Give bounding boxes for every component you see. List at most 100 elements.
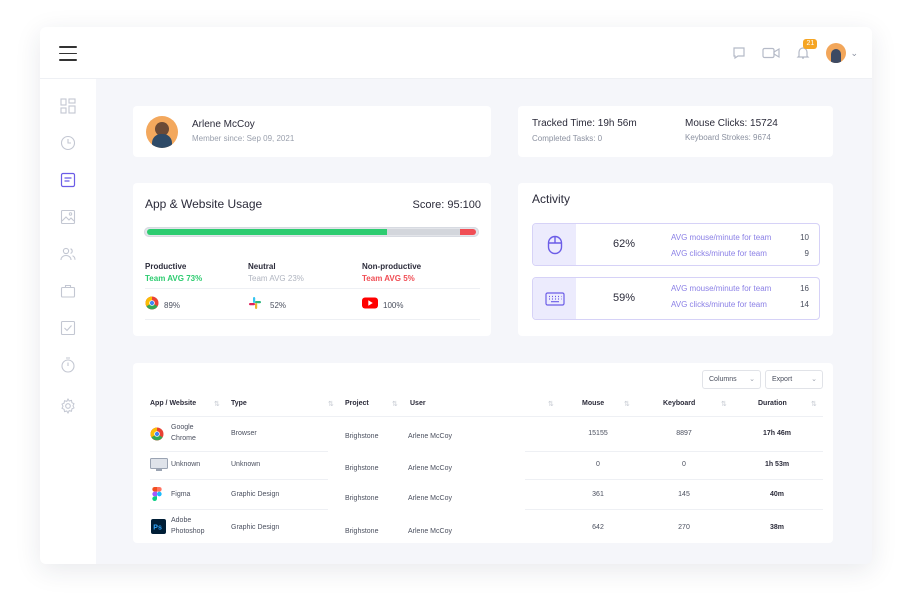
- sort-icon[interactable]: ⇅: [624, 400, 630, 408]
- mouse-activity-pct: 62%: [613, 238, 636, 250]
- svg-text:Ps: Ps: [153, 525, 162, 532]
- stopwatch-icon[interactable]: [60, 357, 76, 373]
- clock-icon[interactable]: [60, 135, 76, 151]
- image-icon[interactable]: [60, 209, 76, 225]
- chrome-icon: [150, 427, 164, 441]
- activity-title: Activity: [532, 192, 571, 206]
- sort-icon[interactable]: ⇅: [811, 400, 817, 408]
- photoshop-icon: Ps: [151, 519, 166, 534]
- table-cell-project: Brighstone: [345, 495, 379, 502]
- top-actions: 21 ⌄: [730, 39, 858, 65]
- notification-badge: 21: [803, 39, 818, 49]
- sort-icon[interactable]: ⇅: [548, 400, 554, 408]
- sort-icon[interactable]: ⇅: [328, 400, 334, 408]
- users-icon[interactable]: [60, 246, 76, 262]
- table-cell-type: Graphic Design: [231, 491, 280, 498]
- divider: [525, 479, 823, 480]
- gear-icon[interactable]: [60, 398, 76, 414]
- col-keyboard[interactable]: Keyboard: [663, 400, 695, 407]
- document-icon[interactable]: [60, 172, 76, 188]
- table-cell-app: Adobe: [171, 517, 192, 524]
- export-button-label: Export: [772, 376, 793, 383]
- usage-title: App & Website Usage: [145, 197, 263, 211]
- keyboard-icon: [533, 278, 576, 319]
- sort-icon[interactable]: ⇅: [721, 400, 727, 408]
- menu-icon[interactable]: [59, 46, 77, 61]
- neutral-label: Neutral: [248, 262, 276, 271]
- col-app[interactable]: App / Website: [150, 400, 196, 407]
- divider: [525, 509, 823, 510]
- table-cell-duration: 17h 46m: [762, 430, 792, 437]
- nonproductive-label: Non-productive: [362, 262, 422, 271]
- keyboard-activity-row: 59% AVG mouse/minute for team 16 AVG cli…: [532, 277, 820, 320]
- keyboard-strokes: Keyboard Strokes: 9674: [685, 133, 771, 142]
- table-cell-app: Unknown: [171, 461, 201, 468]
- table-cell-user: Arlene McCoy: [408, 433, 452, 440]
- youtube-icon: [362, 297, 378, 309]
- columns-button[interactable]: Columns ⌄: [702, 370, 761, 389]
- nonproductive-avg: Team AVG 5%: [362, 274, 415, 283]
- mouse-activity-val1: 10: [800, 233, 809, 242]
- video-icon[interactable]: [762, 44, 781, 62]
- usage-table-card: Columns ⌄ Export ⌄ App / Website ⇅ Type …: [133, 363, 833, 543]
- sort-icon[interactable]: ⇅: [214, 400, 220, 408]
- avatar[interactable]: [826, 43, 847, 63]
- col-type[interactable]: Type: [231, 400, 247, 407]
- chevron-down-icon[interactable]: ⌄: [850, 48, 858, 59]
- slack-icon: [249, 297, 261, 309]
- col-user[interactable]: User: [410, 400, 426, 407]
- table-cell-mouse: 0: [596, 461, 600, 468]
- chevron-down-icon: ⌄: [749, 376, 755, 383]
- profile-name: Arlene McCoy: [192, 119, 255, 130]
- table-cell-project: Brighstone: [345, 465, 379, 472]
- mouse-activity-row: 62% AVG mouse/minute for team 10 AVG cli…: [532, 223, 820, 266]
- table-cell-app: Photoshop: [171, 528, 205, 535]
- profile-card: Arlene McCoy Member since: Sep 09, 2021: [133, 106, 491, 157]
- stats-card: Tracked Time: 19h 56m Completed Tasks: 0…: [518, 106, 833, 157]
- youtube-pct: 100%: [383, 301, 404, 310]
- monitor-icon: [150, 458, 168, 471]
- keyboard-activity-val1: 16: [800, 284, 809, 293]
- checklist-icon[interactable]: [60, 320, 76, 336]
- sort-icon[interactable]: ⇅: [392, 400, 398, 408]
- completed-tasks: Completed Tasks: 0: [532, 134, 603, 143]
- productive-label: Productive: [145, 262, 187, 271]
- chevron-down-icon: ⌄: [811, 376, 817, 383]
- col-project[interactable]: Project: [345, 400, 369, 407]
- col-duration[interactable]: Duration: [758, 400, 787, 407]
- table-cell-keyboard: 8897: [676, 430, 692, 437]
- chrome-pct: 89%: [164, 301, 181, 310]
- table-cell-app: Chrome: [171, 435, 196, 442]
- usage-card: App & Website Usage Score: 95:100 Produc…: [133, 183, 491, 336]
- table-cell-keyboard: 145: [678, 491, 690, 498]
- dashboard-icon[interactable]: [60, 98, 76, 114]
- neutral-avg: Team AVG 23%: [248, 274, 304, 283]
- mouse-activity-line1: AVG mouse/minute for team: [671, 233, 772, 242]
- table-cell-duration: 40m: [769, 491, 784, 498]
- mouse-activity-line2: AVG clicks/minute for team: [671, 249, 767, 258]
- table-cell-project: Brighstone: [345, 528, 379, 535]
- keyboard-activity-pct: 59%: [613, 292, 636, 304]
- table-cell-user: Arlene McCoy: [408, 528, 452, 535]
- table-cell-app: Figma: [171, 491, 191, 498]
- divider: [150, 416, 823, 417]
- member-since: Member since: Sep 09, 2021: [192, 134, 295, 143]
- chat-icon[interactable]: [730, 44, 748, 62]
- figma-icon: [152, 487, 162, 501]
- table-cell-user: Arlene McCoy: [408, 465, 452, 472]
- keyboard-activity-line2: AVG clicks/minute for team: [671, 300, 767, 309]
- bell-icon[interactable]: 21: [794, 39, 818, 62]
- divider: [525, 451, 823, 452]
- col-mouse[interactable]: Mouse: [582, 400, 604, 407]
- activity-card: Activity 62% AVG mouse/minute for team 1…: [518, 183, 833, 336]
- divider: [145, 288, 480, 289]
- keyboard-activity-line1: AVG mouse/minute for team: [671, 284, 772, 293]
- columns-button-label: Columns: [709, 376, 737, 383]
- sidebar: [40, 79, 96, 564]
- briefcase-icon[interactable]: [60, 283, 76, 299]
- table-cell-mouse: 361: [592, 491, 604, 498]
- export-button[interactable]: Export ⌄: [765, 370, 823, 389]
- table-cell-duration: 1h 53m: [764, 461, 790, 468]
- nonproductive-segment: [460, 229, 476, 235]
- productive-segment: [147, 229, 387, 235]
